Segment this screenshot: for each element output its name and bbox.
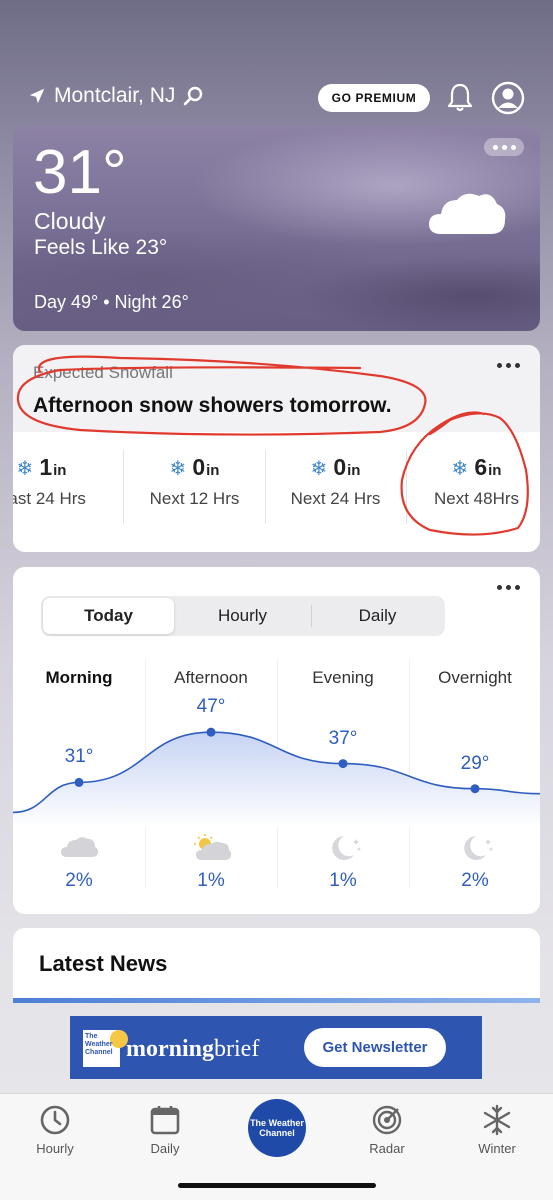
morningbrief-brand: morningbrief: [126, 1036, 259, 1063]
snowfall-unit: in: [206, 462, 220, 479]
latest-news-section[interactable]: Latest News: [13, 928, 540, 1003]
temperature-point: [470, 784, 480, 794]
cloud-icon: [429, 193, 506, 234]
forecast-segmented-control: Today Hourly Daily: [41, 596, 445, 636]
tab-hourly[interactable]: Hourly: [177, 598, 308, 634]
snowflake-icon: [483, 1104, 511, 1136]
temperature-point: [74, 777, 84, 787]
snowflake-icon: ❄: [169, 458, 187, 480]
moon-stars-icon: [464, 836, 494, 860]
period-temp: 47°: [196, 696, 226, 718]
tab-label: Winter: [478, 1141, 516, 1156]
precip-chance: 1%: [329, 870, 357, 891]
day-night-temps: Day 49° • Night 26°: [34, 292, 189, 312]
partly-sunny-icon: [194, 834, 232, 860]
location-selector[interactable]: Montclair, NJ: [28, 84, 203, 108]
profile-icon[interactable]: [491, 81, 525, 115]
temperature-point: [206, 727, 216, 737]
forecast-card: Today Hourly Daily Morning Afternoon Eve…: [13, 567, 540, 914]
snowfall-next-48: ❄ 6 in Next 48Hrs: [406, 432, 540, 552]
top-header: Montclair, NJ GO PREMIUM: [0, 80, 553, 118]
snowfall-more-button[interactable]: [497, 363, 520, 368]
more-options-button[interactable]: [484, 138, 524, 156]
snowfall-amount: 0: [333, 454, 347, 480]
brand-prefix: morning: [126, 1036, 215, 1062]
tab-winter-nav[interactable]: Winter: [452, 1104, 542, 1156]
snowfall-period: Next 48Hrs: [433, 489, 520, 508]
snowfall-unit: in: [488, 462, 502, 479]
precip-chance: 2%: [461, 870, 489, 891]
snowfall-unit: in: [347, 462, 361, 479]
location-arrow-icon: [29, 88, 45, 104]
get-newsletter-button[interactable]: Get Newsletter: [304, 1028, 446, 1067]
snowfall-header: Expected Snowfall Afternoon snow showers…: [13, 345, 540, 432]
snowfall-period: Next 24 Hrs: [290, 489, 381, 508]
snowfall-past-24: ❄1in Past 24 Hrs: [13, 432, 112, 552]
snowfall-next-12: ❄ 0 in Next 12 Hrs: [124, 432, 265, 552]
period-morning[interactable]: Morning: [13, 668, 145, 688]
tab-today[interactable]: Today: [43, 598, 174, 634]
calendar-icon: [150, 1106, 180, 1135]
current-conditions-card[interactable]: 31° Cloudy Feels Like 23° Day 49° • Nigh…: [13, 126, 540, 331]
moon-stars-icon: [332, 836, 362, 860]
tab-radar-nav[interactable]: Radar: [342, 1104, 432, 1156]
feels-like: Feels Like 23°: [34, 236, 168, 259]
period-evening[interactable]: Evening: [277, 668, 409, 688]
current-condition: Cloudy: [34, 208, 106, 234]
logo-text: The Weather Channel: [85, 1033, 113, 1056]
search-icon[interactable]: [183, 86, 203, 106]
brand-suffix: brief: [214, 1036, 260, 1062]
period-temp: 29°: [460, 752, 490, 774]
snowfall-columns: ❄1in Past 24 Hrs ❄0in Next 12 Hrs ❄0in N…: [13, 432, 540, 552]
expected-snowfall-card[interactable]: Expected Snowfall Afternoon snow showers…: [13, 345, 540, 552]
weather-channel-logo: The Weather Channel: [83, 1030, 128, 1067]
period-overnight[interactable]: Overnight: [409, 668, 540, 688]
tab-daily-nav[interactable]: Daily: [120, 1104, 210, 1156]
snowfall-next-24: ❄ 0 in Next 24 Hrs: [265, 432, 406, 552]
snowfall-unit: in: [53, 462, 67, 479]
period-temp: 31°: [64, 746, 94, 768]
precip-chance: 1%: [197, 870, 225, 891]
latest-news-title: Latest News: [39, 951, 168, 976]
snowflake-icon: ❄: [451, 458, 469, 480]
temperature-point: [338, 759, 348, 769]
tab-label: Hourly: [36, 1141, 74, 1156]
cloud-icon: [61, 837, 99, 857]
location-name: Montclair, NJ: [54, 84, 176, 107]
tab-daily[interactable]: Daily: [312, 598, 443, 634]
go-premium-button[interactable]: GO PREMIUM: [318, 84, 430, 112]
snowfall-amount: 6: [474, 454, 488, 480]
tab-label: Radar: [369, 1141, 405, 1156]
period-afternoon[interactable]: Afternoon: [145, 668, 277, 688]
snowfall-label: Expected Snowfall: [33, 363, 173, 382]
precip-chance: 2%: [65, 870, 93, 891]
period-temp: 37°: [328, 727, 358, 749]
snowfall-period: Past 24 Hrs: [13, 489, 86, 508]
news-accent-bar: [13, 998, 540, 1003]
tab-label: Daily: [150, 1141, 180, 1156]
radar-icon: [372, 1105, 402, 1135]
tab-hourly-nav[interactable]: Hourly: [10, 1104, 100, 1156]
snowfall-amount: 0: [192, 454, 206, 480]
forecast-more-button[interactable]: [497, 585, 520, 590]
clock-icon: [40, 1105, 70, 1135]
snowfall-amount: 1: [39, 454, 53, 480]
snowfall-headline: Afternoon snow showers tomorrow.: [33, 394, 392, 417]
current-temperature: 31°: [33, 138, 127, 207]
newsletter-ad-banner[interactable]: The Weather Channel morningbrief Get New…: [70, 1016, 482, 1079]
snowfall-period: Next 12 Hrs: [149, 489, 240, 508]
snowflake-icon: ❄: [16, 458, 34, 480]
home-indicator: [178, 1183, 376, 1188]
snowflake-icon: ❄: [310, 458, 328, 480]
weather-channel-home-button[interactable]: The Weather Channel: [248, 1099, 306, 1157]
notification-bell-icon[interactable]: [446, 82, 474, 112]
